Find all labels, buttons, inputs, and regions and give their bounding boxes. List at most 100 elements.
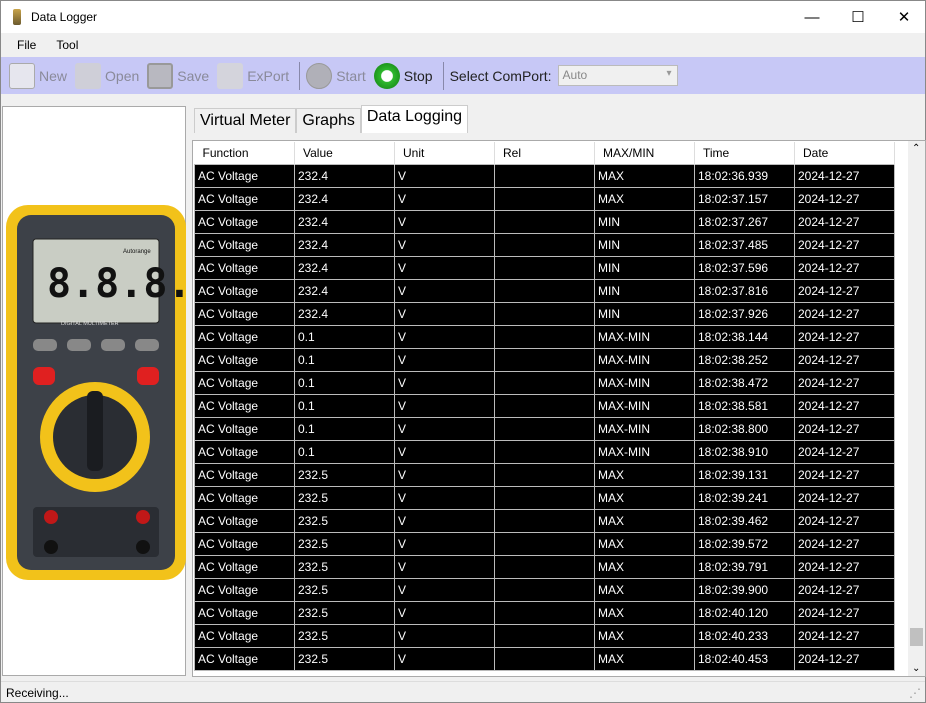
table-cell: 0.1 [294,393,395,418]
table-row[interactable]: AC Voltage 232.5 V MAX 18:02:39.900 2024-12-2… [194,577,895,602]
table-cell: MIN [594,232,695,257]
table-cell: 2024-12-27 [794,301,895,326]
table-cell: 232.5 [294,600,395,625]
table-cell: 2024-12-27 [794,416,895,441]
table-cell: MAX [594,485,695,510]
table-cell: MIN [594,278,695,303]
table-row[interactable]: AC Voltage 232.5 V MAX 18:02:40.453 2024-12-2… [194,646,895,671]
start-button[interactable]: Start [306,62,366,89]
table-cell [494,462,595,487]
table-cell: MAX-MIN [594,324,695,349]
table-row[interactable]: AC Voltage 232.5 V MAX 18:02:39.241 2024-12-2… [194,485,895,510]
table-row[interactable]: AC Voltage 0.1 V MAX-MIN 18:02:38.800 2024-12… [194,416,895,441]
comport-select[interactable]: Auto [557,65,678,86]
table-cell: 2024-12-27 [794,209,895,234]
table-cell: 18:02:39.572 [694,531,795,556]
maximize-button[interactable]: ☐ [835,1,881,33]
scroll-down-icon[interactable]: ⌄ [912,663,920,674]
table-cell [494,623,595,648]
table-row[interactable]: AC Voltage 0.1 V MAX-MIN 18:02:38.581 2024-12… [194,393,895,418]
table-row[interactable]: AC Voltage 232.5 V MAX 18:02:39.791 2024-12-2… [194,554,895,579]
scrollbar-thumb[interactable] [910,628,923,646]
column-header[interactable]: Value [294,142,395,164]
data-log-grid: Function Value Unit Rel MAX/MIN Time Date AC V… [192,140,926,677]
table-cell: AC Voltage [194,508,295,533]
export-button[interactable]: ExPort [217,62,289,89]
tab-data-logging[interactable]: Data Logging [360,105,469,133]
new-button[interactable]: New [9,62,68,89]
column-header[interactable]: Unit [394,142,495,164]
table-cell: V [394,416,495,441]
table-cell: 2024-12-27 [794,370,895,395]
minimize-button[interactable]: — [789,1,835,33]
new-file-icon [9,62,35,89]
resize-grip-icon[interactable]: ⋰ [909,686,921,700]
table-cell: 18:02:38.800 [694,416,795,441]
column-header[interactable]: MAX/MIN [594,142,695,164]
status-bar: Receiving... ⋰ [1,681,925,703]
table-cell [494,531,595,556]
table-cell: V [394,278,495,303]
column-header[interactable]: Time [694,142,795,164]
scroll-up-icon[interactable]: ⌃ [912,143,920,154]
table-row[interactable]: AC Voltage 232.4 V MIN 18:02:37.485 2024-12-2… [194,232,895,257]
tab-graphs[interactable]: Graphs [296,108,361,133]
table-row[interactable]: AC Voltage 0.1 V MAX-MIN 18:02:38.472 2024-12… [194,370,895,395]
table-cell: 232.4 [294,255,395,280]
table-row[interactable]: AC Voltage 232.4 V MIN 18:02:37.596 2024-12-2… [194,255,895,280]
close-button[interactable]: ✕ [881,1,926,33]
table-cell: 232.5 [294,577,395,602]
open-button[interactable]: Open [75,62,139,89]
table-cell: 18:02:38.910 [694,439,795,464]
table-cell: 2024-12-27 [794,646,895,671]
save-button[interactable]: Save [147,62,209,89]
table-row[interactable]: AC Voltage 0.1 V MAX-MIN 18:02:38.910 2024-12… [194,439,895,464]
column-header[interactable]: Rel [494,142,595,164]
table-row[interactable]: AC Voltage 0.1 V MAX-MIN 18:02:38.144 2024-12… [194,324,895,349]
table-row[interactable]: AC Voltage 232.5 V MAX 18:02:40.120 2024-12-2… [194,600,895,625]
stop-button[interactable]: Stop [373,62,433,89]
table-cell [494,485,595,510]
menu-tool[interactable]: Tool [46,38,88,52]
table-row[interactable]: AC Voltage 0.1 V MAX-MIN 18:02:38.252 2024-12… [194,347,895,372]
title-bar: Data Logger — ☐ ✕ [1,1,925,33]
new-label: New [39,67,68,84]
table-cell: AC Voltage [194,577,295,602]
menu-file[interactable]: File [7,38,46,52]
table-row[interactable]: AC Voltage 232.4 V MIN 18:02:37.926 2024-12-2… [194,301,895,326]
table-row[interactable]: AC Voltage 232.5 V MAX 18:02:39.462 2024-12-2… [194,508,895,533]
table-cell: MAX-MIN [594,347,695,372]
table-cell: 232.5 [294,531,395,556]
table-row[interactable]: AC Voltage 232.4 V MAX 18:02:37.157 2024-12-2… [194,186,895,211]
table-cell: AC Voltage [194,255,295,280]
table-cell [494,393,595,418]
meter-brand: DIGITAL MULTIMETER [61,321,119,327]
column-header[interactable]: Date [794,142,895,164]
table-cell: 232.5 [294,554,395,579]
tab-virtual-meter[interactable]: Virtual Meter [194,108,297,133]
table-cell: V [394,462,495,487]
table-cell: 18:02:36.939 [694,163,795,188]
table-row[interactable]: AC Voltage 232.4 V MIN 18:02:37.267 2024-12-2… [194,209,895,234]
table-cell [494,600,595,625]
column-header[interactable]: Function [194,142,295,164]
table-row[interactable]: AC Voltage 232.5 V MAX 18:02:39.572 2024-12-2… [194,531,895,556]
open-folder-icon [75,62,102,89]
table-cell: AC Voltage [194,186,295,211]
table-cell: V [394,370,495,395]
table-row[interactable]: AC Voltage 232.4 V MAX 18:02:36.939 2024-12-2… [194,163,895,188]
table-cell: 18:02:37.596 [694,255,795,280]
table-cell: MAX [594,600,695,625]
table-row[interactable]: AC Voltage 232.5 V MAX 18:02:40.233 2024-12-2… [194,623,895,648]
table-cell: 18:02:38.252 [694,347,795,372]
table-row[interactable]: AC Voltage 232.4 V MIN 18:02:37.816 2024-12-2… [194,278,895,303]
table-cell [494,646,595,671]
table-cell: 2024-12-27 [794,278,895,303]
table-row[interactable]: AC Voltage 232.5 V MAX 18:02:39.131 2024-12-2… [194,462,895,487]
multimeter-image: 8.8.8.8 Autorange DIGITAL MULTIMETER [6,205,216,580]
table-cell: 18:02:39.131 [694,462,795,487]
table-cell [494,163,595,188]
vertical-scrollbar[interactable]: ⌃ ⌄ [908,141,925,676]
status-text: Receiving... [6,685,69,700]
table-cell: 232.4 [294,186,395,211]
